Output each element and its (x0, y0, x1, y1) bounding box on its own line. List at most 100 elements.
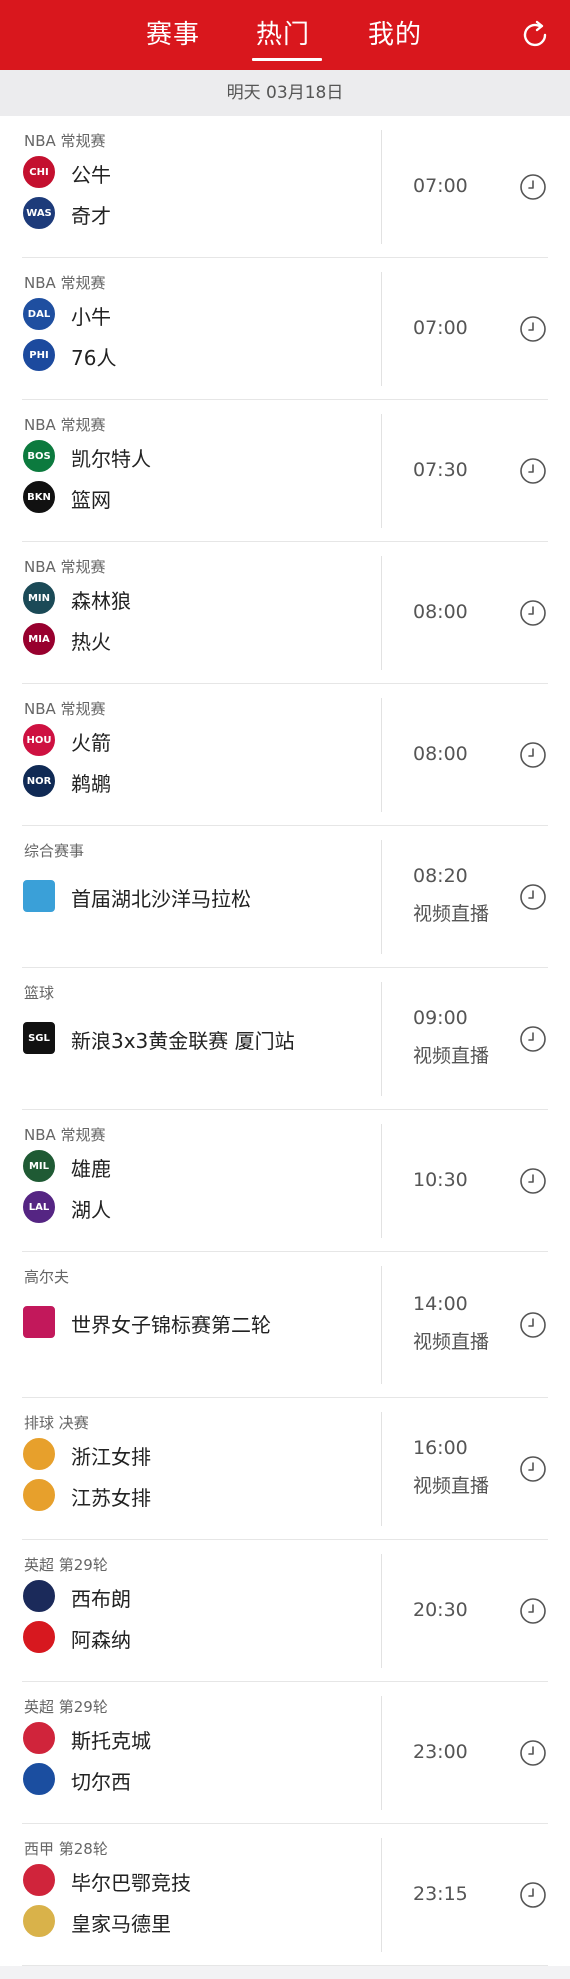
league-label: 英超 第29轮 (24, 1698, 108, 1716)
team-logo-icon (23, 1864, 55, 1896)
live-stream-label[interactable]: 视频直播 (413, 1041, 489, 1068)
event-name: 世界女子锦标赛第二轮 (71, 1313, 271, 1337)
divider (381, 1696, 382, 1810)
team-name: 毕尔巴鄂竞技 (71, 1871, 191, 1895)
match-row[interactable]: NBA 常规赛 CHI 公牛 WAS 奇才 07:00 (0, 116, 570, 258)
match-time: 23:00 (413, 1741, 468, 1763)
divider (381, 414, 382, 528)
team-logo-icon: HOU (23, 724, 55, 756)
live-stream-label[interactable]: 视频直播 (413, 1471, 489, 1498)
league-label: 高尔夫 (24, 1268, 70, 1286)
reminder-clock-icon[interactable] (519, 1739, 547, 1767)
team-name: 篮网 (71, 488, 111, 512)
team-logo-icon (23, 1479, 55, 1511)
divider (381, 1124, 382, 1238)
team-logo-icon: DAL (23, 298, 55, 330)
divider (381, 272, 382, 386)
divider (381, 556, 382, 670)
team-name: 火箭 (71, 731, 111, 755)
match-time: 14:00 (413, 1293, 468, 1315)
team-name: 浙江女排 (71, 1445, 151, 1469)
live-stream-label[interactable]: 视频直播 (413, 1327, 489, 1354)
tab-hot[interactable]: 热门 (256, 14, 310, 54)
match-row[interactable]: NBA 常规赛 MIN 森林狼 MIA 热火 08:00 (0, 542, 570, 684)
team-logo-icon (23, 1763, 55, 1795)
league-label: 排球 决赛 (24, 1414, 89, 1432)
league-label: NBA 常规赛 (24, 1126, 106, 1144)
team-logo-icon: CHI (23, 156, 55, 188)
tab-bar: 赛事 热门 我的 (0, 0, 570, 70)
team-name: 奇才 (71, 204, 111, 228)
match-row[interactable]: 排球 决赛 浙江女排 江苏女排 16:00 视频直播 (0, 1398, 570, 1540)
match-row[interactable]: NBA 常规赛 MIL 雄鹿 LAL 湖人 10:30 (0, 1110, 570, 1252)
date-header: 明天 03月18日 (0, 70, 570, 116)
match-time: 08:00 (413, 743, 468, 765)
reminder-clock-icon[interactable] (519, 1597, 547, 1625)
league-label: NBA 常规赛 (24, 558, 106, 576)
reminder-clock-icon[interactable] (519, 1311, 547, 1339)
league-label: NBA 常规赛 (24, 700, 106, 718)
team-name: 西布朗 (71, 1587, 131, 1611)
league-label: NBA 常规赛 (24, 274, 106, 292)
reminder-clock-icon[interactable] (519, 1167, 547, 1195)
match-row[interactable]: NBA 常规赛 DAL 小牛 PHI 76人 07:00 (0, 258, 570, 400)
divider (381, 1838, 382, 1952)
team-name: 森林狼 (71, 589, 131, 613)
reminder-clock-icon[interactable] (519, 1455, 547, 1483)
match-row[interactable]: 英超 第29轮西布朗阿森纳 20:30 (0, 1540, 570, 1682)
match-row[interactable]: 综合赛事 首届湖北沙洋马拉松 08:20 视频直播 (0, 826, 570, 968)
team-logo-icon (23, 1905, 55, 1937)
league-label: NBA 常规赛 (24, 132, 106, 150)
team-logo-icon: MIL (23, 1150, 55, 1182)
match-time: 08:00 (413, 601, 468, 623)
league-label: 综合赛事 (24, 842, 85, 860)
reminder-clock-icon[interactable] (519, 1881, 547, 1909)
reminder-clock-icon[interactable] (519, 315, 547, 343)
match-time: 10:30 (413, 1169, 468, 1191)
match-time: 23:15 (413, 1883, 468, 1905)
team-logo-icon (23, 1438, 55, 1470)
team-logo-icon: BOS (23, 440, 55, 472)
team-logo-icon (23, 1306, 55, 1338)
active-tab-indicator (252, 58, 322, 61)
row-separator (22, 1965, 548, 1966)
match-list: NBA 常规赛 CHI 公牛 WAS 奇才 07:00 NBA 常规赛 DAL 小牛 PHI 76人… (0, 116, 570, 1966)
reminder-clock-icon[interactable] (519, 1025, 547, 1053)
tab-mine[interactable]: 我的 (368, 14, 422, 54)
live-stream-label[interactable]: 视频直播 (413, 899, 489, 926)
match-row[interactable]: NBA 常规赛 BOS 凯尔特人 BKN 篮网 07:30 (0, 400, 570, 542)
match-row[interactable]: 篮球 SGL 新浪3x3黄金联赛 厦门站 09:00 视频直播 (0, 968, 570, 1110)
match-row[interactable]: 英超 第29轮 斯托克城 切尔西 23:00 (0, 1682, 570, 1824)
tab-events[interactable]: 赛事 (146, 14, 200, 54)
reminder-clock-icon[interactable] (519, 883, 547, 911)
reminder-clock-icon[interactable] (519, 741, 547, 769)
reminder-clock-icon[interactable] (519, 599, 547, 627)
team-name: 江苏女排 (71, 1486, 151, 1510)
team-logo-icon (23, 880, 55, 912)
match-row[interactable]: 高尔夫世界女子锦标赛第二轮 14:00 视频直播 (0, 1252, 570, 1398)
team-logo-icon (23, 1621, 55, 1653)
team-logo-icon: PHI (23, 339, 55, 371)
league-label: 西甲 第28轮 (24, 1840, 108, 1858)
match-row[interactable]: NBA 常规赛 HOU 火箭 NOR 鹈鹕 08:00 (0, 684, 570, 826)
match-time: 20:30 (413, 1599, 468, 1621)
team-logo-icon: MIA (23, 623, 55, 655)
event-name: 新浪3x3黄金联赛 厦门站 (71, 1029, 295, 1053)
reminder-clock-icon[interactable] (519, 457, 547, 485)
reminder-clock-icon[interactable] (519, 173, 547, 201)
divider (381, 1266, 382, 1384)
match-row[interactable]: 西甲 第28轮 毕尔巴鄂竞技 皇家马德里 23:15 (0, 1824, 570, 1966)
match-time: 07:30 (413, 459, 468, 481)
team-logo-icon: BKN (23, 481, 55, 513)
league-label: 篮球 (24, 984, 55, 1002)
team-name: 雄鹿 (71, 1157, 111, 1181)
refresh-icon[interactable] (520, 20, 550, 50)
team-name: 公牛 (71, 163, 111, 187)
team-logo-icon: LAL (23, 1191, 55, 1223)
team-logo-icon (23, 1580, 55, 1612)
team-name: 阿森纳 (71, 1628, 131, 1652)
divider (381, 1412, 382, 1526)
league-label: 英超 第29轮 (24, 1556, 108, 1574)
team-name: 鹈鹕 (71, 772, 111, 796)
team-logo-icon: SGL (23, 1022, 55, 1054)
